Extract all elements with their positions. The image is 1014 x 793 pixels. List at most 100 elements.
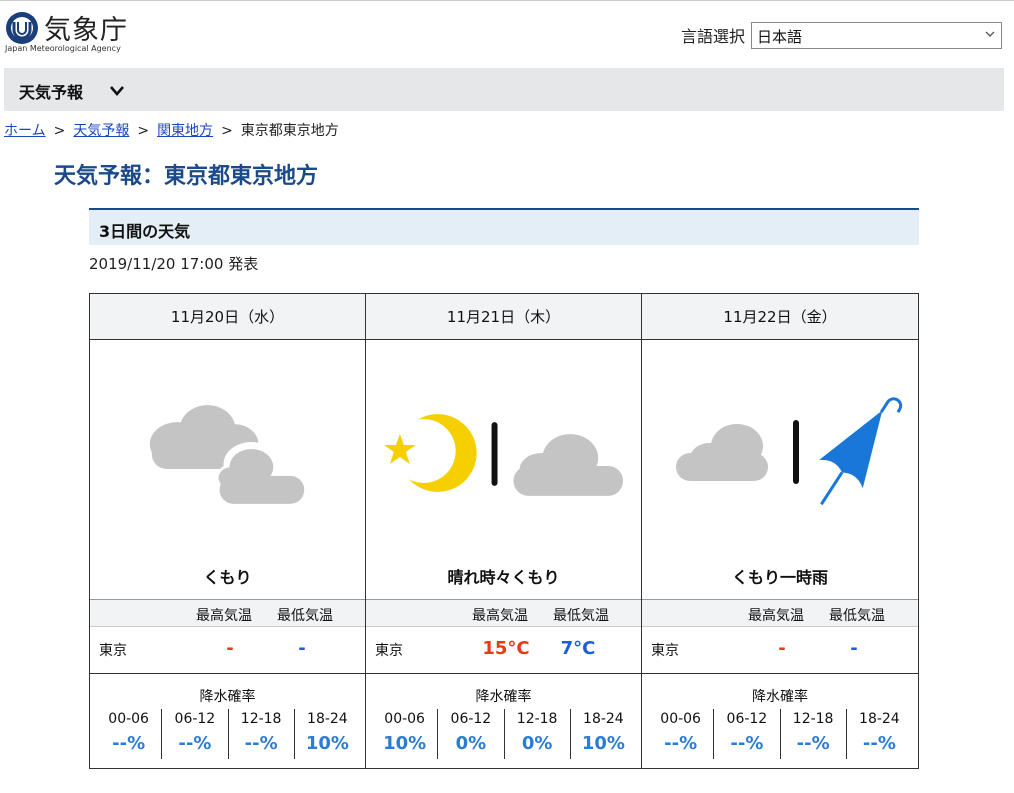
precip-value: --% [112, 733, 146, 754]
precip-time: 12-18 [516, 711, 558, 727]
temp-header: 最高気温 最低気温 [366, 599, 641, 627]
precip-time: 00-06 [108, 711, 149, 727]
breadcrumb-forecast-link[interactable]: 天気予報 [73, 123, 129, 139]
city-name: 東京 [375, 643, 403, 659]
precip-probability: 降水確率 00-06 10% 06-12 0% 12-18 0% 18-24 10% [366, 674, 641, 769]
precip-value: --% [796, 733, 830, 754]
logo-text-jp: 気象庁 [44, 15, 128, 46]
precip-time: 18-24 [307, 711, 348, 727]
max-temp-value: - [226, 638, 234, 659]
precip-time: 12-18 [240, 711, 282, 727]
chevron-down-icon [985, 31, 995, 37]
temp-header: 最高気温 最低気温 [642, 599, 918, 627]
min-temp-value: 7°C [560, 638, 596, 659]
precip-time: 06-12 [174, 711, 216, 727]
cloudy-icon [149, 405, 308, 504]
day-weather: 晴れ時々くもり [447, 568, 560, 587]
precip-value: 10% [383, 733, 427, 754]
precip-label: 降水確率 [199, 689, 256, 705]
max-temp-label: 最高気温 [196, 608, 252, 624]
precip-value: 10% [581, 733, 625, 754]
min-temp-value: - [298, 638, 306, 659]
precip-value: --% [244, 733, 278, 754]
precip-value: 0% [455, 733, 487, 754]
precip-time: 06-12 [726, 711, 768, 727]
section-title: 3日間の天気 [99, 222, 191, 241]
jma-logo[interactable]: 気象庁 Japan Meteorological Agency [4, 6, 134, 56]
breadcrumb-separator: > [53, 123, 66, 139]
precip-col: 12-18 --% [229, 709, 295, 759]
min-temp-value: - [850, 638, 858, 659]
precip-col: 00-06 --% [96, 709, 163, 759]
max-temp-value: - [778, 638, 786, 659]
precip-label: 降水確率 [752, 689, 808, 705]
precip-col: 06-12 --% [714, 709, 781, 759]
max-temp-label: 最高気温 [472, 608, 528, 624]
precip-col: 18-24 10% [571, 709, 636, 759]
precip-time: 06-12 [450, 711, 492, 727]
precip-value: --% [730, 733, 764, 754]
min-temp-label: 最低気温 [829, 608, 885, 624]
section-header: 3日間の天気 [89, 208, 919, 245]
day-weather: くもり [203, 568, 252, 587]
precip-col: 12-18 0% [505, 709, 571, 759]
temp-row: 東京 - - [642, 627, 918, 674]
day-weather: くもり一時雨 [731, 568, 828, 587]
cloudy-then-rain-icon [676, 397, 903, 506]
top-border [0, 0, 1014, 1]
precip-value: 10% [305, 733, 349, 754]
city-name: 東京 [99, 643, 127, 659]
precip-col: 18-24 10% [295, 709, 360, 759]
temp-header: 最高気温 最低気温 [90, 599, 365, 627]
precip-value: --% [664, 733, 698, 754]
temp-row: 東京 - - [90, 627, 365, 674]
precip-time: 12-18 [792, 711, 834, 727]
forecast-day-1: 11月20日（水） くもり 最高気温 最低気温 東京 - - 降水確率 00-0… [90, 294, 366, 768]
language-select[interactable]: 日本語 [751, 21, 1003, 49]
min-temp-label: 最低気温 [277, 608, 333, 624]
precip-value: 0% [521, 733, 553, 754]
precip-time: 00-06 [660, 711, 701, 727]
day-date: 11月21日（木） [366, 294, 641, 340]
precip-col: 00-06 --% [648, 709, 715, 759]
max-temp-label: 最高気温 [748, 608, 804, 624]
jma-logo-icon [6, 12, 38, 44]
precip-col: 00-06 10% [372, 709, 439, 759]
temp-row: 東京 15°C 7°C [366, 627, 641, 674]
precip-value: --% [178, 733, 212, 754]
precip-col: 18-24 --% [847, 709, 912, 759]
breadcrumb-separator: > [137, 123, 150, 139]
max-temp-value: 15°C [482, 638, 530, 659]
breadcrumb-home-link[interactable]: ホーム [4, 123, 46, 139]
breadcrumb-separator: > [221, 123, 233, 139]
precip-col: 12-18 --% [781, 709, 847, 759]
city-name: 東京 [651, 643, 679, 659]
page-title: 天気予報：東京都東京地方 [54, 164, 319, 189]
breadcrumb: ホーム > 天気予報 > 関東地方 > 東京都東京地方 [4, 120, 339, 140]
forecast-table: 11月20日（水） くもり 最高気温 最低気温 東京 - - 降水確率 00-0… [89, 293, 919, 769]
min-temp-label: 最低気温 [553, 608, 609, 624]
breadcrumb-kanto-link[interactable]: 関東地方 [157, 123, 213, 139]
precip-probability: 降水確率 00-06 --% 06-12 --% 12-18 --% 18-24 --% [642, 674, 918, 769]
precip-value: --% [862, 733, 896, 754]
language-select-value: 日本語 [757, 27, 803, 46]
issued-time: 2019/11/20 17:00 発表 [89, 255, 259, 273]
chevron-down-icon[interactable] [109, 85, 125, 97]
precip-time: 00-06 [384, 711, 425, 727]
precip-probability: 降水確率 00-06 --% 06-12 --% 12-18 --% 18-24 10% [90, 674, 365, 769]
language-selector: 言語選択 日本語 [681, 21, 1003, 49]
precip-col: 06-12 --% [162, 709, 229, 759]
day-date: 11月20日（水） [90, 294, 365, 340]
clear-night-then-cloudy-icon [383, 414, 624, 496]
logo-text-en: Japan Meteorological Agency [5, 44, 121, 53]
breadcrumb-current: 東京都東京地方 [240, 123, 339, 139]
forecast-day-3: 11月22日（金） くもり一時雨 最高気温 最低気温 東京 - - 降水確率 0… [642, 294, 918, 768]
precip-time: 18-24 [859, 711, 900, 727]
day-date: 11月22日（金） [642, 294, 918, 340]
language-label: 言語選択 [681, 27, 746, 46]
precip-col: 06-12 0% [438, 709, 505, 759]
precip-label: 降水確率 [475, 689, 532, 705]
nav-weather-forecast-menu[interactable]: 天気予報 [19, 79, 83, 103]
nav-bar: 天気予報 [4, 68, 1004, 111]
precip-time: 18-24 [583, 711, 624, 727]
